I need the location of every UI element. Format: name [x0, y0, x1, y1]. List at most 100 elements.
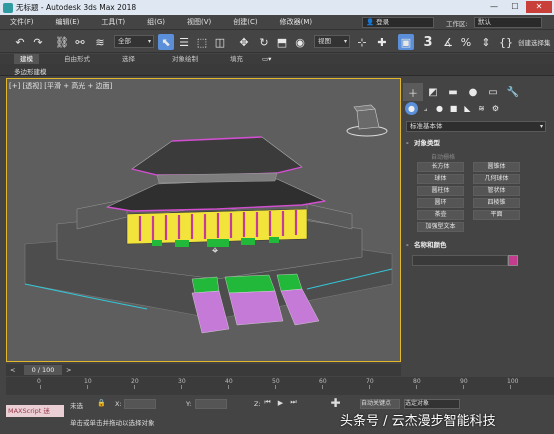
- time-slider-frame[interactable]: 0 / 100: [24, 365, 62, 375]
- cylinder-button[interactable]: 圆柱体: [417, 186, 464, 196]
- front-stair-top-center: [224, 274, 276, 294]
- systems-icon[interactable]: ⚙: [489, 102, 502, 115]
- create-selection-set-label[interactable]: 创建选择集: [518, 37, 551, 47]
- tab-freeform[interactable]: 自由形式: [64, 54, 90, 64]
- tab-populate[interactable]: 填充: [230, 54, 243, 64]
- login-dropdown[interactable]: 👤 登录: [362, 17, 434, 28]
- menu-group[interactable]: 组(G): [147, 17, 165, 27]
- rotate-icon[interactable]: ↻: [256, 34, 272, 50]
- menu-edit[interactable]: 编辑(E): [56, 17, 80, 27]
- create-tab-icon[interactable]: ＋: [403, 83, 423, 101]
- sphere-button[interactable]: 球体: [417, 174, 464, 184]
- title-bar: 无标题 - Autodesk 3ds Max 2018 — ☐ ✕: [0, 0, 554, 15]
- motion-tab-icon[interactable]: ●: [463, 83, 483, 101]
- pivot-icon[interactable]: ⊹: [354, 34, 370, 50]
- object-color-swatch[interactable]: [508, 255, 518, 266]
- app-icon[interactable]: [3, 2, 13, 13]
- torus-button[interactable]: 圆环: [417, 198, 464, 208]
- time-slider-next-icon[interactable]: >: [66, 366, 71, 374]
- link-icon[interactable]: ⛓: [54, 34, 70, 50]
- tab-selection[interactable]: 选择: [122, 54, 135, 64]
- angle-snap-icon[interactable]: ∡: [440, 34, 456, 50]
- edit-named-sets-icon[interactable]: {}: [498, 34, 514, 50]
- x-coordinate-field[interactable]: [124, 399, 156, 409]
- y-coordinate-field[interactable]: [195, 399, 227, 409]
- name-color-header[interactable]: - 名称和颜色: [406, 240, 546, 251]
- object-type-header[interactable]: - 对象类型: [406, 138, 546, 149]
- selection-filter-dropdown[interactable]: 全部: [114, 35, 154, 48]
- previous-frame-icon[interactable]: ⏮: [262, 397, 273, 408]
- ribbon-tabs: 建模 自由形式 选择 对象绘制 填充 ▭▾: [0, 54, 554, 64]
- box-button[interactable]: 长方体: [417, 162, 464, 172]
- maximize-button[interactable]: ☐: [505, 1, 525, 13]
- tab-modeling[interactable]: 建模: [14, 54, 39, 64]
- window-crossing-icon[interactable]: ◫: [212, 34, 228, 50]
- redo-icon[interactable]: ↷: [30, 34, 46, 50]
- geosphere-button[interactable]: 几何球体: [473, 174, 520, 184]
- lights-icon[interactable]: ●: [433, 102, 446, 115]
- textplus-button[interactable]: 加强型文本: [417, 222, 464, 232]
- menu-views[interactable]: 视图(V): [187, 17, 211, 27]
- tab-object-paint[interactable]: 对象绘制: [172, 54, 198, 64]
- cameras-icon[interactable]: ■: [447, 102, 460, 115]
- tube-button[interactable]: 管状体: [473, 186, 520, 196]
- track-bar[interactable]: 0 10 20 30 40 50 60 70 80 90 100: [6, 377, 554, 395]
- bind-space-warp-icon[interactable]: ≋: [92, 34, 108, 50]
- plane-button[interactable]: 平面: [473, 210, 520, 220]
- teapot-button[interactable]: 茶壶: [417, 210, 464, 220]
- minimize-button[interactable]: —: [484, 1, 504, 13]
- menu-create[interactable]: 创建(C): [233, 17, 257, 27]
- rect-selection-icon[interactable]: ⬚: [194, 34, 210, 50]
- unlink-icon[interactable]: ⚯: [72, 34, 88, 50]
- time-slider[interactable]: < 0 / 100 >: [6, 364, 401, 376]
- close-button[interactable]: ✕: [526, 1, 552, 13]
- maxscript-listener[interactable]: MAXScript 迷: [6, 405, 64, 417]
- geometry-icon[interactable]: ●: [405, 102, 418, 115]
- viewcube[interactable]: [346, 104, 388, 137]
- workspace-select[interactable]: 默认: [474, 17, 542, 28]
- add-time-tag-icon[interactable]: ✚: [330, 396, 341, 410]
- autogrid-checkbox[interactable]: 自动栅格: [431, 152, 455, 161]
- primitive-category-dropdown[interactable]: 标准基本体: [406, 121, 546, 132]
- select-by-name-icon[interactable]: ☰: [176, 34, 192, 50]
- cone-button[interactable]: 圆锥体: [473, 162, 520, 172]
- timeline-tick: [275, 385, 276, 389]
- menu-tools[interactable]: 工具(T): [101, 17, 125, 27]
- helpers-icon[interactable]: ◣: [461, 102, 474, 115]
- cursor-icon: ⌖: [212, 244, 218, 257]
- play-icon[interactable]: ▶: [275, 397, 286, 408]
- login-label: 登录: [376, 18, 390, 26]
- select-manipulate-icon[interactable]: ✚: [374, 34, 390, 50]
- select-object-icon[interactable]: ⬉: [158, 34, 174, 50]
- perspective-viewport[interactable]: [+] [透视] [平滑 + 高光 + 边面] ⌖: [6, 78, 401, 362]
- shapes-icon[interactable]: ⟓: [419, 102, 432, 115]
- move-icon[interactable]: ✥: [236, 34, 252, 50]
- display-tab-icon[interactable]: ▭: [483, 83, 503, 101]
- object-name-field[interactable]: [412, 255, 508, 266]
- time-slider-prev-icon[interactable]: <: [10, 366, 15, 374]
- place-icon[interactable]: ◉: [292, 34, 308, 50]
- percent-snap-icon[interactable]: %: [458, 34, 474, 50]
- ribbon-options-icon[interactable]: ▭▾: [262, 54, 271, 64]
- pyramid-button[interactable]: 四棱锥: [473, 198, 520, 208]
- modify-tab-icon[interactable]: ◩: [423, 83, 443, 101]
- keyboard-shortcut-icon[interactable]: ▣: [398, 34, 414, 50]
- snaps-toggle-icon[interactable]: 3: [420, 34, 436, 50]
- spinner-snap-icon[interactable]: ⇕: [478, 34, 494, 50]
- polygon-modeling-label[interactable]: 多边形建模: [14, 66, 47, 76]
- auto-key-button[interactable]: 自动关键点: [360, 399, 400, 409]
- next-frame-icon[interactable]: ⏭: [288, 397, 299, 408]
- menu-file[interactable]: 文件(F): [10, 17, 34, 27]
- undo-icon[interactable]: ↶: [12, 34, 28, 50]
- utilities-tab-icon[interactable]: 🔧: [503, 83, 523, 101]
- spacewarps-icon[interactable]: ≋: [475, 102, 488, 115]
- timeline-tick-label: 20: [131, 378, 139, 385]
- lock-selection-icon[interactable]: 🔒: [96, 397, 107, 408]
- menu-modifiers[interactable]: 修改器(M): [280, 17, 313, 27]
- timeline-tick-label: 10: [84, 378, 92, 385]
- timeline-tick-label: 100: [507, 378, 519, 385]
- reference-coord-dropdown[interactable]: 视图: [314, 35, 350, 48]
- hierarchy-tab-icon[interactable]: ▬: [443, 83, 463, 101]
- scale-icon[interactable]: ⬒: [274, 34, 290, 50]
- selected-object-dropdown[interactable]: 选定对象: [404, 399, 460, 409]
